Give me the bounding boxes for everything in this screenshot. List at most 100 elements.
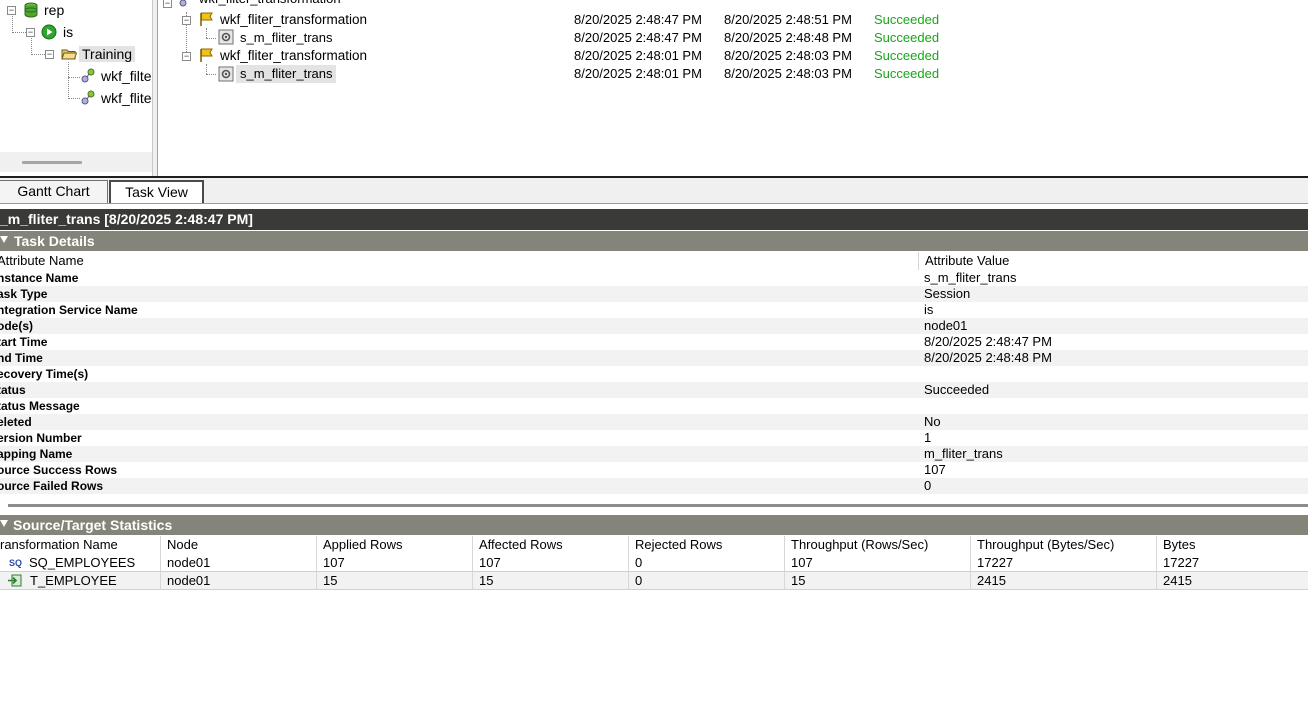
run-end-time: 8/20/2025 2:48:03 PM [724,66,852,81]
tree-item-workflow[interactable]: wkf_flite [101,90,152,106]
section-title: Source/Target Statistics [13,517,173,533]
attribute-value: Session [924,286,971,301]
column-header[interactable]: Node [160,536,198,554]
column-header[interactable]: Throughput (Bytes/Sec) [970,536,1114,554]
source-target-stats-header[interactable]: Source/Target Statistics [0,515,1308,535]
table-cell: 15 [316,572,337,590]
table-cell: 107 [784,554,813,572]
attribute-value: Succeeded [924,382,990,397]
table-row[interactable]: T_EMPLOYEE node01 15 15 0 15 2415 2415 [0,572,1308,590]
run-name-selected[interactable]: s_m_fliter_trans [236,65,337,83]
attribute-row: ecovery Time(s) [0,366,1308,382]
run-list-pane: − wkf_filter_transformation − wkf_fliter… [158,0,1308,176]
transformation-name: SQ_EMPLOYEES [29,555,136,570]
attribute-value: node01 [924,318,968,333]
statistics-table-header: ransformation Name Node Applied Rows Aff… [0,536,1308,554]
attribute-value: s_m_fliter_trans [924,270,1017,285]
collapse-arrow-icon[interactable] [0,236,8,243]
tree-line [206,38,216,39]
attribute-row: tatus Message [0,398,1308,414]
attribute-name: ersion Number [0,431,82,445]
run-end-time: 8/20/2025 2:48:03 PM [724,48,852,63]
tree-item-workflow[interactable]: wkf_filte [101,68,152,84]
collapse-icon[interactable]: − [182,52,191,61]
attribute-value: 1 [924,430,932,445]
tab-task-view[interactable]: Task View [109,180,204,203]
attribute-value: is [924,302,934,317]
table-cell: 17227 [1156,554,1199,572]
attribute-table-header: Attribute Name Attribute Value [0,252,1308,270]
section-title: Task Details [14,233,95,249]
tree-line [206,28,207,38]
attribute-name: ask Type [0,287,48,301]
svg-text:SQ: SQ [9,558,22,568]
collapse-icon[interactable]: − [163,0,172,8]
scrollbar-thumb[interactable] [22,161,82,164]
attribute-name: ntegration Service Name [0,303,138,317]
attribute-row: ask Type Session [0,286,1308,302]
tree-item-integration-service[interactable]: is [63,24,73,40]
run-status: Succeeded [874,12,940,27]
transformation-name: T_EMPLOYEE [30,573,117,588]
column-header[interactable]: ransformation Name [0,536,118,554]
column-header[interactable]: Attribute Value [918,252,1009,270]
run-name[interactable]: wkf_fliter_transformation [220,11,367,29]
workflow-icon [179,0,187,7]
run-root-label[interactable]: wkf_filter_transformation [199,0,341,6]
repository-icon [24,2,38,18]
table-cell: 107 [472,554,501,572]
run-name[interactable]: s_m_fliter_trans [240,29,332,47]
table-cell: 0 [628,554,642,572]
column-header[interactable]: Bytes [1156,536,1196,554]
tree-item-repository[interactable]: rep [44,2,64,18]
horizontal-scrollbar[interactable] [0,152,152,172]
column-header[interactable]: Affected Rows [472,536,563,554]
tree-line [12,16,13,33]
attribute-row: ode(s) node01 [0,318,1308,334]
attribute-name: tatus [0,383,26,397]
top-area: − rep − is − Training wkf_filte wkf_flit… [0,0,1308,176]
table-row[interactable]: SQ SQ_EMPLOYEES node01 107 107 0 107 172… [0,554,1308,572]
collapse-arrow-icon[interactable] [0,520,8,527]
attribute-name: ecovery Time(s) [0,367,89,381]
collapse-icon[interactable]: − [26,28,35,37]
attribute-row: ntegration Service Name is [0,302,1308,318]
column-header[interactable]: Rejected Rows [628,536,722,554]
attribute-row: ource Success Rows 107 [0,462,1308,478]
task-details-header[interactable]: Task Details [0,231,1308,251]
session-icon [218,66,234,82]
workflow-icon [81,90,95,105]
attribute-row: ource Failed Rows 0 [0,478,1308,494]
attribute-table: Attribute Name Attribute Value nstance N… [0,252,1308,494]
workflow-run-flag-icon [200,48,213,62]
table-cell: 17227 [970,554,1013,572]
collapse-icon[interactable]: − [182,16,191,25]
run-status: Succeeded [874,66,940,81]
table-cell: 2415 [1156,572,1192,590]
table-cell: 2415 [970,572,1006,590]
column-header[interactable]: Attribute Name [0,252,84,270]
run-end-time: 8/20/2025 2:48:48 PM [724,30,852,45]
tab-gantt-chart[interactable]: Gantt Chart [0,180,108,203]
attribute-row: apping Name m_fliter_trans [0,446,1308,462]
column-header[interactable]: Applied Rows [316,536,403,554]
attribute-name: ource Failed Rows [0,479,104,493]
tree-line [68,62,69,99]
collapse-icon[interactable]: − [7,6,16,15]
collapse-icon[interactable]: − [45,50,54,59]
tree-line [68,98,80,99]
horizontal-splitter[interactable] [8,504,1308,507]
attribute-row: tatus Succeeded [0,382,1308,398]
attribute-value: No [924,414,941,429]
attribute-value: 107 [924,462,946,477]
attribute-value: 0 [924,478,932,493]
tree-item-folder[interactable]: Training [79,46,136,62]
run-start-time: 8/20/2025 2:48:47 PM [574,12,702,27]
folder-open-icon [61,49,77,60]
run-name[interactable]: wkf_fliter_transformation [220,47,367,65]
run-start-time: 8/20/2025 2:48:01 PM [574,48,702,63]
column-header[interactable]: Throughput (Rows/Sec) [784,536,928,554]
attribute-value: m_fliter_trans [924,446,1003,461]
attribute-row: nd Time 8/20/2025 2:48:48 PM [0,350,1308,366]
tree-line [206,74,216,75]
